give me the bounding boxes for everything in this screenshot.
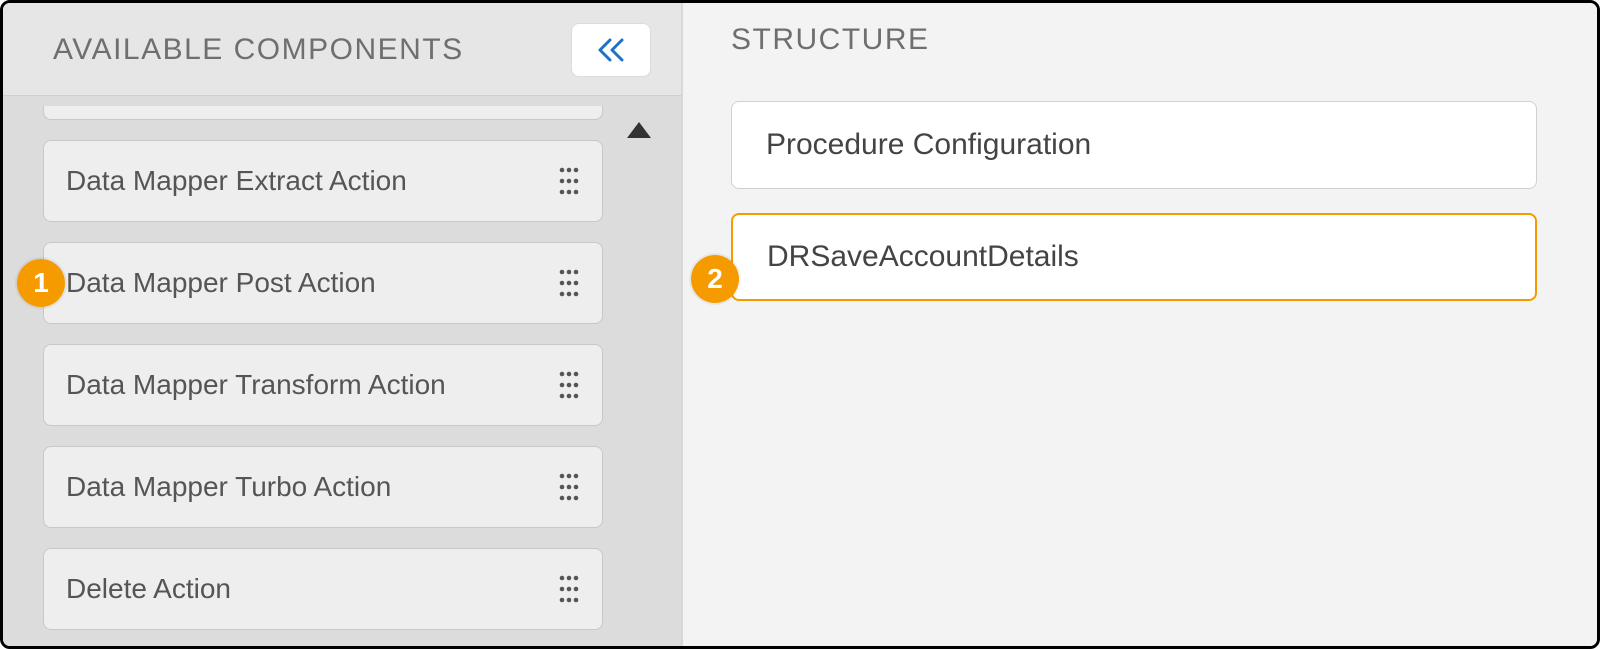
- component-item-label: Data Mapper Turbo Action: [66, 471, 391, 503]
- component-item-label: Delete Action: [66, 573, 231, 605]
- available-components-panel: AVAILABLE COMPONENTS Data Mapper Extract…: [3, 3, 683, 646]
- component-item-label: Data Mapper Post Action: [66, 267, 376, 299]
- scroll-up-arrow-icon[interactable]: [627, 122, 651, 138]
- component-item-stub[interactable]: [43, 106, 603, 120]
- drag-handle-icon[interactable]: [558, 369, 580, 401]
- drag-handle-icon[interactable]: [558, 267, 580, 299]
- component-item-data-mapper-transform[interactable]: Data Mapper Transform Action: [43, 344, 603, 426]
- structure-panel: STRUCTURE Procedure Configuration DRSave…: [683, 3, 1597, 646]
- structure-item-procedure-configuration[interactable]: Procedure Configuration: [731, 101, 1537, 189]
- component-item-label: Data Mapper Transform Action: [66, 369, 446, 401]
- left-header: AVAILABLE COMPONENTS: [3, 3, 681, 95]
- component-item-delete-action[interactable]: Delete Action: [43, 548, 603, 630]
- component-item-data-mapper-post[interactable]: Data Mapper Post Action: [43, 242, 603, 324]
- collapse-panel-button[interactable]: [571, 23, 651, 77]
- drag-handle-icon[interactable]: [558, 471, 580, 503]
- structure-item-label: DRSaveAccountDetails: [767, 240, 1079, 274]
- annotation-badge-2: 2: [691, 255, 739, 303]
- drag-handle-icon[interactable]: [558, 573, 580, 605]
- components-list: Data Mapper Extract Action Data Mapper P…: [3, 95, 681, 649]
- component-item-label: Data Mapper Extract Action: [66, 165, 407, 197]
- component-item-data-mapper-extract[interactable]: Data Mapper Extract Action: [43, 140, 603, 222]
- drag-handle-icon[interactable]: [558, 165, 580, 197]
- structure-item-label: Procedure Configuration: [766, 128, 1091, 162]
- chevron-double-left-icon: [596, 38, 626, 62]
- structure-title: STRUCTURE: [731, 23, 1537, 57]
- annotation-badge-1: 1: [17, 259, 65, 307]
- available-components-title: AVAILABLE COMPONENTS: [53, 33, 464, 67]
- app-frame: AVAILABLE COMPONENTS Data Mapper Extract…: [0, 0, 1600, 649]
- structure-item-drsaveaccountdetails[interactable]: DRSaveAccountDetails: [731, 213, 1537, 301]
- component-item-data-mapper-turbo[interactable]: Data Mapper Turbo Action: [43, 446, 603, 528]
